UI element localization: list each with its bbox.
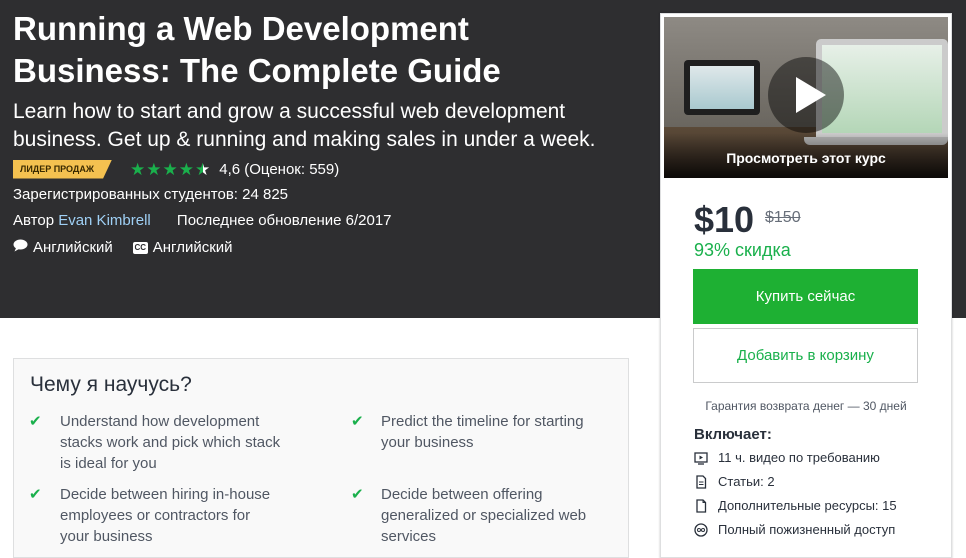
students-count: Зарегистрированных студентов: 24 825 bbox=[13, 186, 289, 203]
purchase-card: Просмотреть этот курс $10 $150 93% скидк… bbox=[660, 13, 952, 558]
discount-label: 93% скидка bbox=[694, 240, 791, 260]
learn-item: Decide between offering generalized or s… bbox=[381, 486, 587, 545]
caption-language: Английский bbox=[152, 239, 233, 256]
author-label: Автор bbox=[13, 212, 55, 229]
includes-item: Полный пожизненный доступ bbox=[694, 522, 895, 537]
course-title-line-1: Running a Web Development bbox=[13, 10, 469, 47]
check-icon: ✔ bbox=[351, 486, 364, 503]
rating-text[interactable]: 4,6 (Оценок: 559) bbox=[219, 161, 339, 178]
includes-item: Дополнительные ресурсы: 15 bbox=[694, 498, 897, 513]
half-star-icon: ★ bbox=[194, 159, 211, 179]
original-price: $150 bbox=[765, 209, 801, 226]
article-icon bbox=[694, 474, 708, 489]
includes-title: Включает: bbox=[694, 426, 772, 443]
last-updated: Последнее обновление 6/2017 bbox=[176, 212, 392, 229]
add-to-cart-button[interactable]: Добавить в корзину bbox=[693, 328, 918, 383]
buy-now-button[interactable]: Купить сейчас bbox=[693, 269, 918, 324]
learn-item: Understand how development stacks work a… bbox=[60, 413, 281, 472]
rating-row: ЛИДЕР ПРОДАЖ ★ ★ ★ ★ ★ 4,6 (Оценок: 559) bbox=[13, 158, 339, 180]
course-title: Running a Web Development Business: The … bbox=[13, 8, 643, 92]
speech-bubble-icon bbox=[13, 239, 28, 256]
preview-label[interactable]: Просмотреть этот курс bbox=[664, 150, 948, 166]
check-icon: ✔ bbox=[29, 413, 42, 430]
star-icon: ★ bbox=[162, 159, 178, 179]
includes-item: Статьи: 2 bbox=[694, 474, 775, 489]
video-icon bbox=[694, 451, 708, 465]
rating-stars: ★ ★ ★ ★ ★ bbox=[130, 161, 211, 178]
infinity-icon bbox=[694, 522, 708, 537]
closed-captions-icon: CC bbox=[132, 241, 148, 254]
money-back-guarantee: Гарантия возврата денег — 30 дней bbox=[705, 399, 907, 413]
check-icon: ✔ bbox=[29, 486, 42, 503]
current-price: $10 bbox=[694, 199, 755, 240]
course-preview-video[interactable]: Просмотреть этот курс bbox=[664, 17, 948, 178]
author-link[interactable]: Evan Kimbrell bbox=[58, 212, 151, 229]
includes-item: 11 ч. видео по требованию bbox=[694, 450, 880, 465]
learn-item: Decide between hiring in-house employees… bbox=[60, 486, 271, 545]
bestseller-badge: ЛИДЕР ПРОДАЖ bbox=[13, 159, 112, 179]
star-icon: ★ bbox=[129, 159, 146, 179]
learn-section-title: Чему я научусь? bbox=[30, 373, 192, 396]
star-icon: ★ bbox=[178, 159, 194, 179]
author-row: Автор Evan Kimbrell Последнее обновление… bbox=[13, 212, 392, 229]
what-you-will-learn: Чему я научусь? ✔ Understand how develop… bbox=[13, 358, 629, 558]
check-icon: ✔ bbox=[351, 413, 364, 430]
course-subtitle: Learn how to start and grow a successful… bbox=[13, 98, 643, 154]
course-subtitle-line-2: business. Get up & running and making sa… bbox=[13, 128, 596, 151]
learn-item: Predict the timeline for starting your b… bbox=[381, 413, 584, 451]
play-icon[interactable] bbox=[768, 57, 844, 133]
course-title-line-2: Business: The Complete Guide bbox=[13, 52, 501, 89]
tablet-image bbox=[684, 60, 760, 115]
audio-language: Английский bbox=[33, 239, 113, 256]
course-subtitle-line-1: Learn how to start and grow a successful… bbox=[13, 100, 566, 123]
language-row: Английский CC Английский bbox=[13, 239, 233, 256]
star-icon: ★ bbox=[146, 159, 162, 179]
resource-icon bbox=[694, 498, 708, 513]
